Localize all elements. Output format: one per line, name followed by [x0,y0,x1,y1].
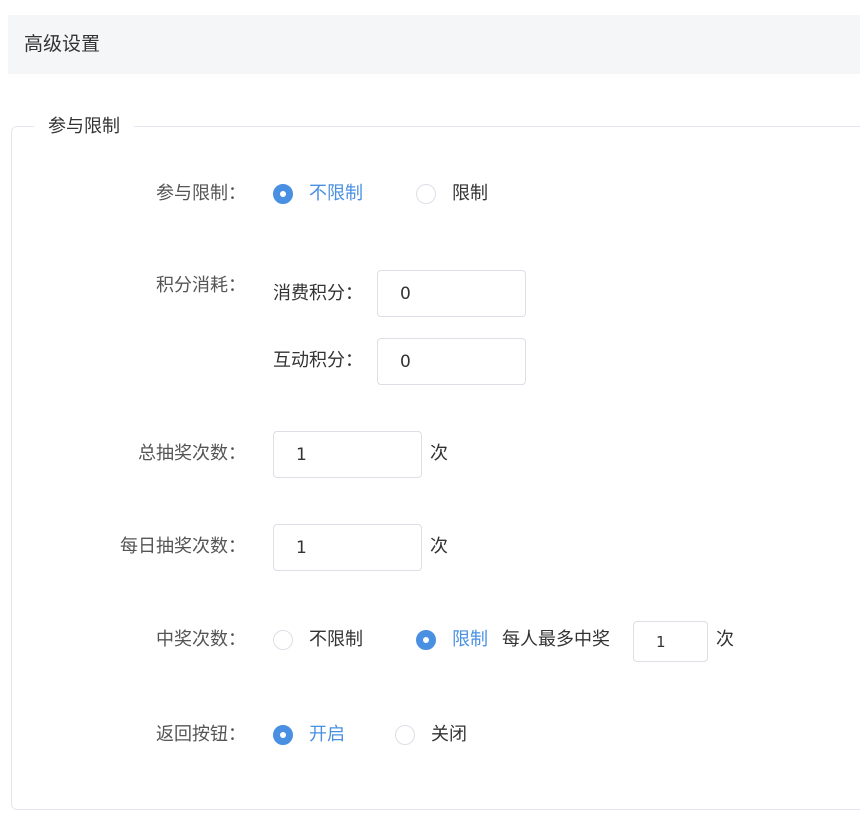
interaction-points-label: 互动积分： [273,350,363,371]
win-limited-radio[interactable]: 限制 [416,628,488,652]
back-button-label: 返回按钮： [156,724,246,745]
back-button-off-radio[interactable]: 关闭 [395,723,467,747]
radio-label: 开启 [309,724,345,745]
participation-unlimited-radio[interactable]: 不限制 [273,182,363,206]
per-person-max-label: 每人最多中奖 [502,629,610,650]
win-count-label: 中奖次数： [156,629,246,650]
section-title: 高级设置 [24,33,101,55]
radio-label: 限制 [452,629,488,650]
max-wins-input[interactable] [633,621,708,662]
consumption-points-label: 消费积分： [273,283,363,304]
consumption-points-input[interactable] [377,270,526,317]
group-legend: 参与限制 [34,113,134,141]
radio-label: 关闭 [431,724,467,745]
radio-unchecked-icon [273,630,293,650]
participation-limited-radio[interactable]: 限制 [416,182,488,206]
daily-draws-unit: 次 [430,536,448,557]
total-draws-label: 总抽奖次数： [138,443,246,464]
daily-draws-label: 每日抽奖次数： [120,536,246,557]
total-draws-unit: 次 [430,443,448,464]
radio-label: 不限制 [309,183,363,204]
section-header: 高级设置 [8,15,860,74]
back-button-on-radio[interactable]: 开启 [273,723,345,747]
max-wins-unit: 次 [716,629,734,650]
win-unlimited-radio[interactable]: 不限制 [273,628,363,652]
radio-unchecked-icon [416,184,436,204]
radio-unchecked-icon [395,725,415,745]
daily-draws-input[interactable] [273,524,422,571]
participation-limit-label: 参与限制： [156,183,246,204]
radio-label: 不限制 [309,629,363,650]
total-draws-input[interactable] [273,431,422,478]
radio-label: 限制 [452,183,488,204]
interaction-points-input[interactable] [377,338,526,385]
points-cost-label: 积分消耗： [156,275,246,296]
radio-checked-icon [273,184,293,204]
radio-checked-icon [416,630,436,650]
participation-limit-group [11,126,860,810]
radio-checked-icon [273,725,293,745]
